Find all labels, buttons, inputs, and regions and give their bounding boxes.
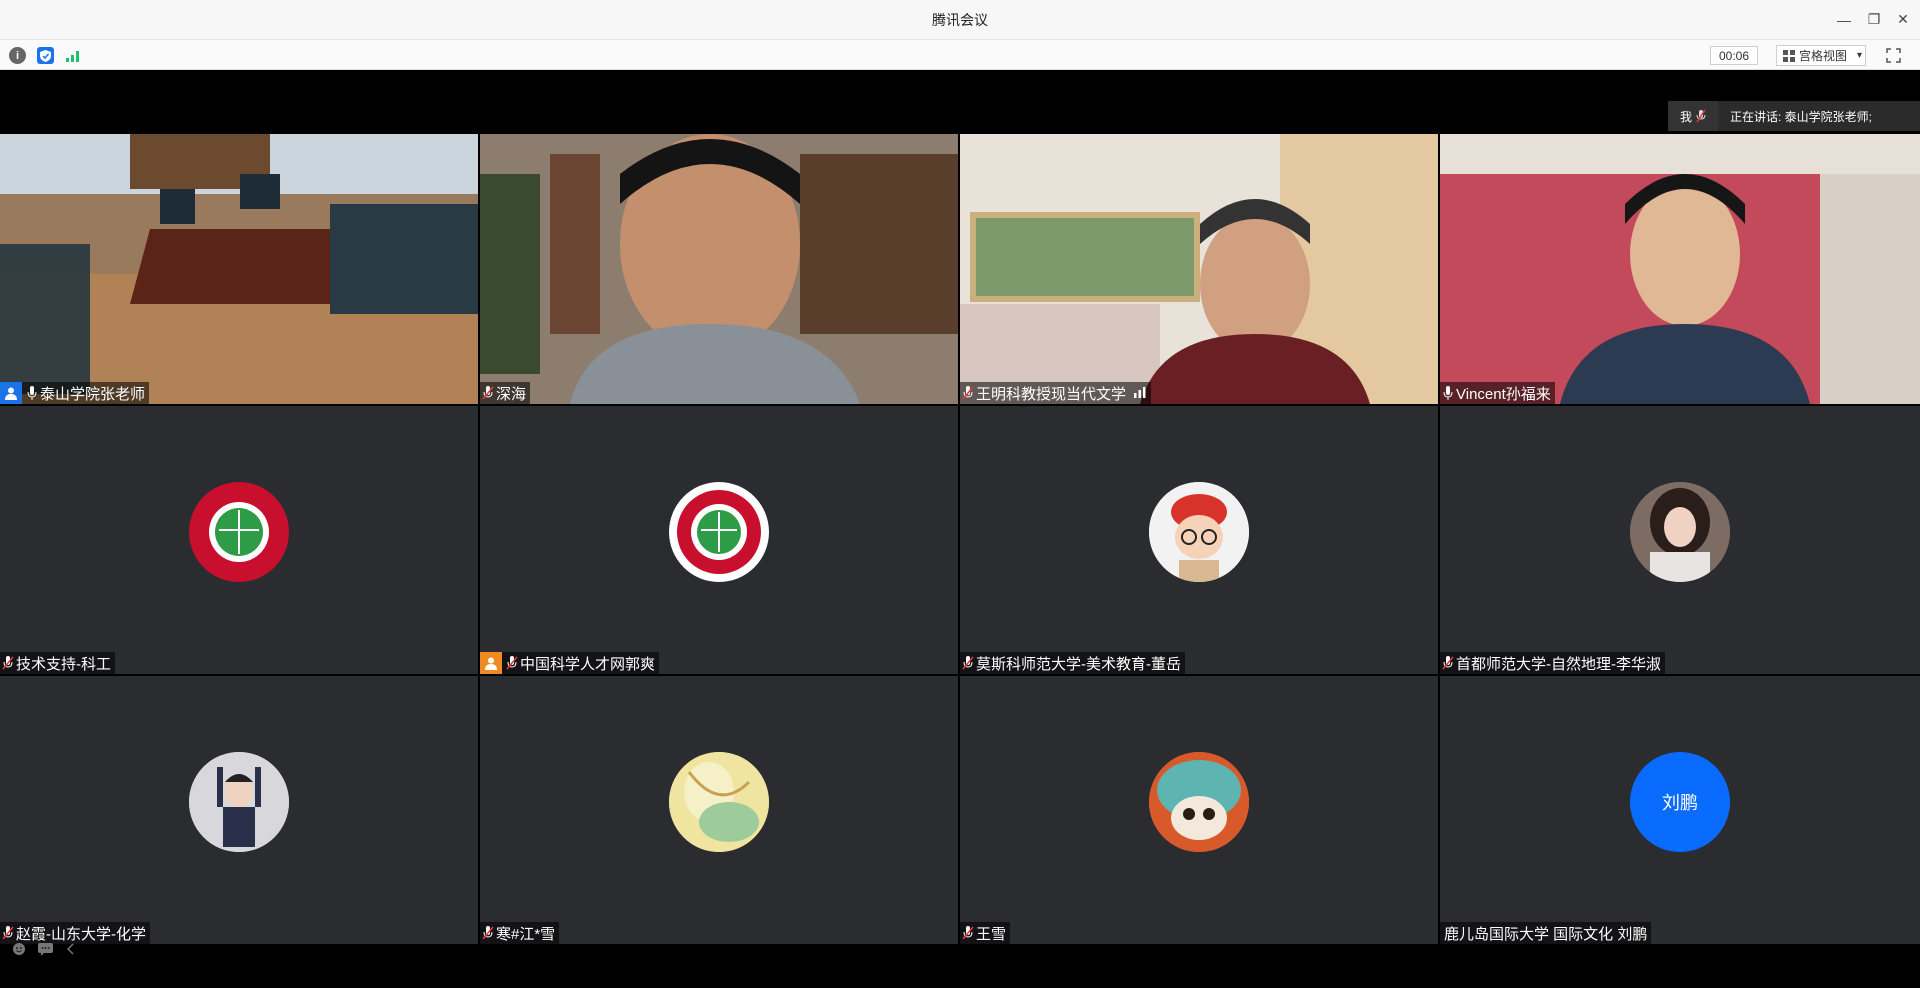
- woman-photo: [1630, 482, 1730, 582]
- participant-name: 深海: [496, 385, 527, 403]
- current-speaker-text: 正在讲话: 泰山学院张老师;: [1730, 109, 1873, 124]
- avatar: [669, 752, 769, 852]
- participant-name-label: 深海: [480, 382, 531, 404]
- participant-name: 王明科教授现当代文学: [976, 385, 1127, 403]
- participant-name: 泰山学院张老师: [40, 385, 146, 403]
- participant-name-label: 泰山学院张老师: [0, 382, 150, 404]
- chat-icon[interactable]: [36, 940, 54, 958]
- avatar: [189, 482, 289, 582]
- info-icon[interactable]: i: [9, 47, 26, 64]
- mic-on-icon: [26, 385, 38, 401]
- self-label: 我: [1679, 109, 1692, 124]
- participant-tile[interactable]: [480, 134, 958, 404]
- kexue-rencai-logo: [191, 484, 287, 580]
- avatar: [1149, 752, 1249, 852]
- participant-name-label: 寒#江*雪: [480, 922, 560, 944]
- fullscreen-icon[interactable]: [1886, 48, 1901, 63]
- mic-muted-icon: [506, 655, 518, 671]
- toolbar: i 00:06 宫格视图 ▾: [0, 39, 1920, 70]
- kexue-rencai-logo: [671, 484, 767, 580]
- avatar: [1630, 482, 1730, 582]
- mic-muted-icon: [1696, 109, 1706, 123]
- participant-tile[interactable]: [0, 134, 478, 404]
- participant-name-label: 王明科教授现当代文学: [960, 382, 1152, 404]
- signal-bars-icon: [1134, 385, 1147, 402]
- video-feed-professor-painting: [960, 134, 1438, 404]
- avatar: 刘鹏: [1630, 752, 1730, 852]
- participant-name: 技术支持-科工: [16, 655, 111, 673]
- participant-name: 中国科学人才网郭爽: [520, 655, 656, 673]
- yellow-painting: [669, 752, 769, 852]
- minimize-button[interactable]: —: [1829, 0, 1859, 39]
- participant-tile[interactable]: [960, 676, 1438, 944]
- participant-name-label: 首都师范大学-自然地理-李华淑: [1440, 652, 1665, 674]
- participant-name: 鹿儿岛国际大学 国际文化 刘鹏: [1444, 925, 1648, 943]
- participant-tile[interactable]: [960, 134, 1438, 404]
- participant-name-label: 王雪: [960, 922, 1011, 944]
- child-photo: [189, 752, 289, 852]
- grid-view-icon: [1783, 49, 1795, 62]
- mic-muted-icon: [2, 925, 14, 941]
- self-mic-status[interactable]: 我: [1668, 101, 1718, 131]
- mic-muted-icon: [1442, 655, 1454, 671]
- participant-name: 首都师范大学-自然地理-李华淑: [1456, 655, 1661, 673]
- close-button[interactable]: ✕: [1888, 0, 1918, 39]
- participant-tile[interactable]: [1440, 134, 1920, 404]
- cohost-icon: [480, 652, 502, 674]
- host-icon: [0, 382, 22, 404]
- avatar: [1149, 482, 1249, 582]
- participant-name: Vincent孙福来: [1456, 385, 1551, 403]
- participant-tile[interactable]: [1440, 406, 1920, 674]
- participant-name-label: 莫斯科师范大学-美术教育-董岳: [960, 652, 1185, 674]
- participant-name: 莫斯科师范大学-美术教育-董岳: [976, 655, 1181, 673]
- title-bar: 腾讯会议 — ❐ ✕: [0, 0, 1920, 39]
- bottom-left-controls: [10, 940, 80, 958]
- participant-tile[interactable]: [960, 406, 1438, 674]
- participant-name: 寒#江*雪: [496, 925, 556, 943]
- view-mode-dropdown[interactable]: 宫格视图 ▾: [1776, 45, 1866, 66]
- participant-tile[interactable]: [0, 406, 478, 674]
- mic-muted-icon: [962, 655, 974, 671]
- mic-muted-icon: [962, 925, 974, 941]
- emoji-icon[interactable]: [10, 940, 28, 958]
- participant-tile[interactable]: 刘鹏: [1440, 676, 1920, 944]
- speaking-indicator: 我 正在讲话: 泰山学院张老师;: [1668, 101, 1920, 131]
- mic-muted-icon: [482, 925, 494, 941]
- video-feed-man-red-wall: [1440, 134, 1920, 404]
- mic-muted-icon: [482, 385, 494, 401]
- avatar: [189, 752, 289, 852]
- video-feed-man-bookshelf: [480, 134, 958, 404]
- video-feed-conference-room: [0, 134, 478, 404]
- mic-on-icon: [1442, 385, 1454, 401]
- participant-name: 王雪: [976, 925, 1007, 943]
- view-mode-label: 宫格视图: [1799, 49, 1848, 63]
- avatar: [669, 482, 769, 582]
- participant-name-label: 技术支持-科工: [0, 652, 115, 674]
- security-shield-icon[interactable]: [37, 47, 54, 64]
- window-title: 腾讯会议: [932, 11, 988, 28]
- participant-tile[interactable]: [0, 676, 478, 944]
- avatar-initials: 刘鹏: [1662, 793, 1698, 813]
- cartoon-boy-glasses: [1149, 482, 1249, 582]
- restore-button[interactable]: ❐: [1859, 0, 1889, 39]
- participant-name-label: 鹿儿岛国际大学 国际文化 刘鹏: [1440, 922, 1652, 944]
- participant-tile[interactable]: [480, 406, 958, 674]
- info-icon-glyph: i: [15, 49, 20, 62]
- meeting-timer: 00:06: [1710, 46, 1758, 65]
- chevron-down-icon: ▾: [1857, 50, 1863, 61]
- participant-tile[interactable]: [480, 676, 958, 944]
- participant-name-label: 中国科学人才网郭爽: [480, 652, 660, 674]
- chevron-left-icon[interactable]: [62, 940, 80, 958]
- network-signal-icon[interactable]: [64, 47, 81, 64]
- mic-muted-icon: [2, 655, 14, 671]
- mic-muted-icon: [962, 385, 974, 401]
- participant-name-label: Vincent孙福来: [1440, 382, 1555, 404]
- cat-in-hat: [1149, 752, 1249, 852]
